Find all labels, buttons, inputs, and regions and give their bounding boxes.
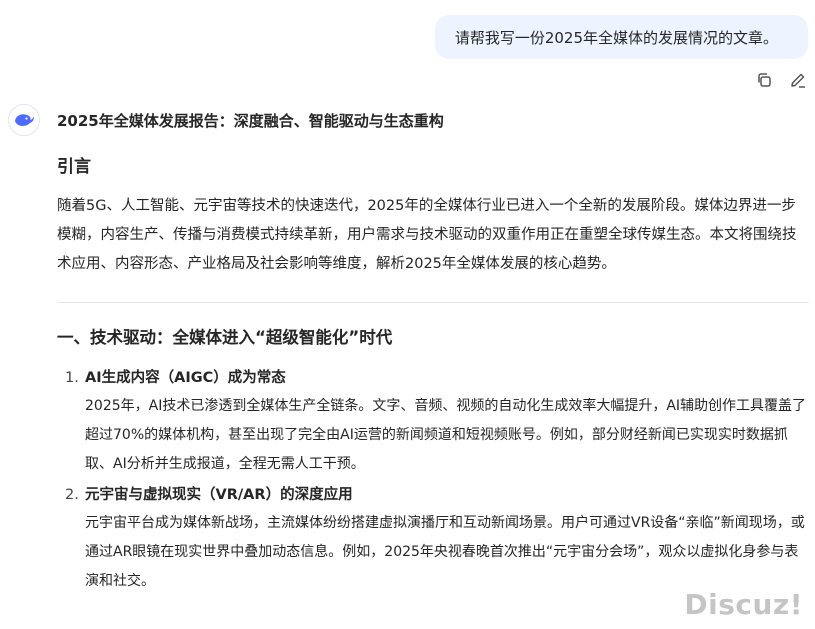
list-item: 1. AI生成内容（AIGC）成为常态 2025年，AI技术已渗透到全媒体生产全… <box>57 365 809 479</box>
intro-heading: 引言 <box>57 157 91 177</box>
list-item-number: 1. <box>65 370 79 386</box>
assistant-answer: 2025年全媒体发展报告：深度融合、智能驱动与生态重构 引言 随着5G、人工智能… <box>57 108 809 599</box>
list-item-body: 2025年，AI技术已渗透到全媒体生产全链条。文字、音频、视频的自动化生成效率大… <box>85 398 807 472</box>
copy-button[interactable] <box>754 70 774 90</box>
edit-icon <box>791 73 805 88</box>
assistant-avatar <box>8 104 40 136</box>
user-message-bubble: 请帮我写一份2025年全媒体的发展情况的文章。 <box>434 15 808 59</box>
watermark: Discuz! <box>684 588 803 621</box>
edit-button[interactable] <box>788 70 808 90</box>
list-item-title: 元宇宙与虚拟现实（VR/AR）的深度应用 <box>85 487 353 503</box>
list-item-title: AI生成内容（AIGC）成为常态 <box>85 370 286 386</box>
list-item-number: 2. <box>65 487 79 503</box>
list-item: 2. 元宇宙与虚拟现实（VR/AR）的深度应用 元宇宙平台成为媒体新战场，主流媒… <box>57 482 809 596</box>
section-divider <box>57 302 809 303</box>
message-actions <box>754 70 808 90</box>
answer-title: 2025年全媒体发展报告：深度融合、智能驱动与生态重构 <box>57 112 444 130</box>
user-message-text: 请帮我写一份2025年全媒体的发展情况的文章。 <box>454 28 778 47</box>
numbered-list: 1. AI生成内容（AIGC）成为常态 2025年，AI技术已渗透到全媒体生产全… <box>57 365 809 596</box>
intro-paragraph: 随着5G、人工智能、元宇宙等技术的快速迭代，2025年的全媒体行业已进入一个全新… <box>57 198 797 272</box>
copy-icon <box>758 73 771 87</box>
section-heading: 一、技术驱动：全媒体进入“超级智能化”时代 <box>57 328 393 347</box>
list-item-body: 元宇宙平台成为媒体新战场，主流媒体纷纷搭建虚拟演播厅和互动新闻场景。用户可通过V… <box>85 515 805 589</box>
whale-logo-icon <box>15 114 34 126</box>
